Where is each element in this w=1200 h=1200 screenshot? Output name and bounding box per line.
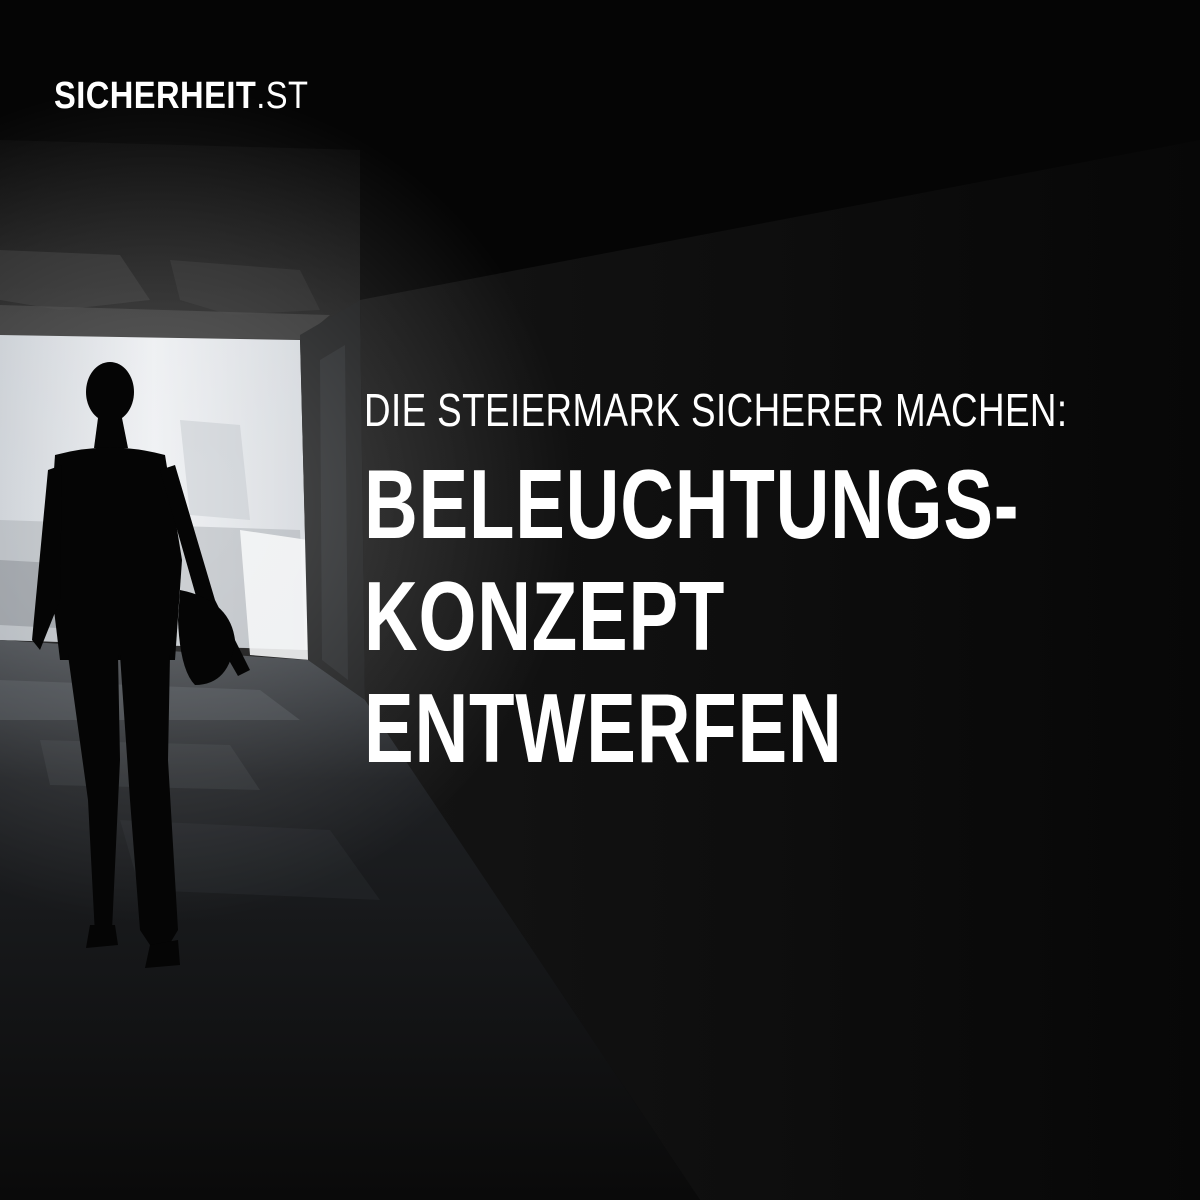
headline-kicker: DIE STEIERMARK SICHERER MACHEN: [364,384,1068,436]
title-line-3: ENTWERFEN [364,673,843,783]
headline: DIE STEIERMARK SICHERER MACHEN: BELEUCHT… [364,380,1164,784]
post-graphic: SICHERHEIT.ST DIE STEIERMARK SICHERER MA… [0,0,1200,1200]
logo-brand: SICHERHEIT [54,75,257,117]
logo-tld: .ST [256,75,309,117]
brand-logo: SICHERHEIT.ST [54,74,308,118]
headline-title: BELEUCHTUNGS- KONZEPT ENTWERFEN [364,448,1164,784]
title-line-1: BELEUCHTUNGS- [364,449,1020,559]
title-line-2: KONZEPT [364,561,726,671]
